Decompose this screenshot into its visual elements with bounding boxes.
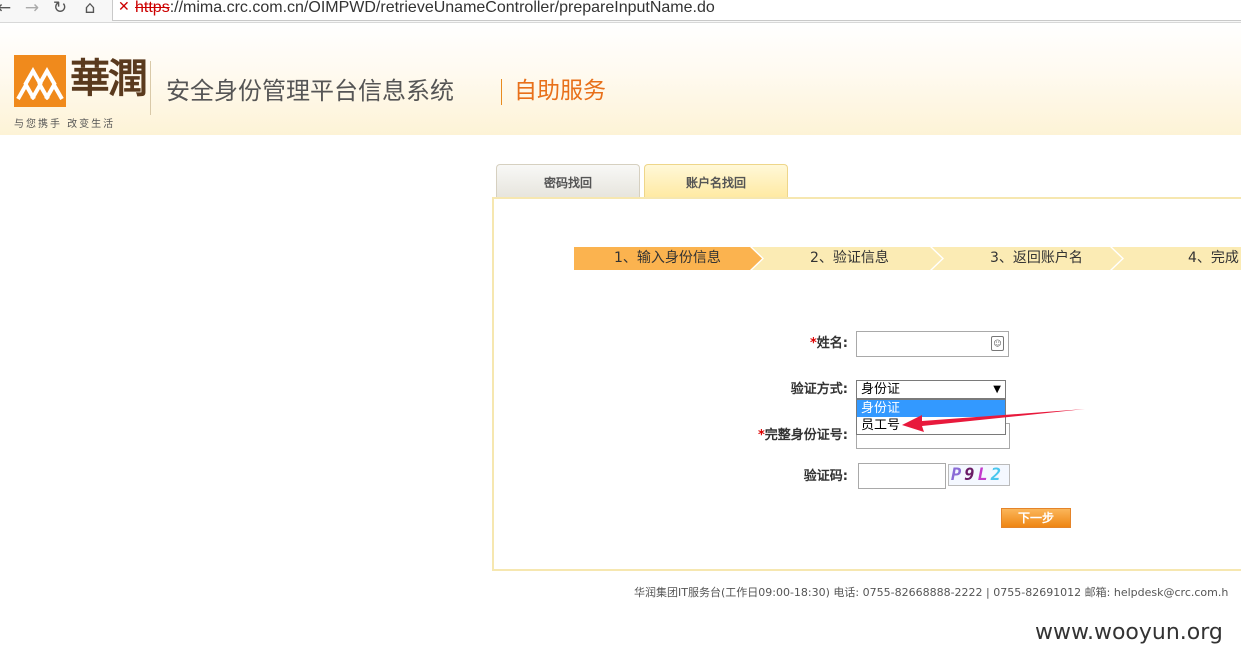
annotation-arrow-icon <box>902 409 1085 432</box>
